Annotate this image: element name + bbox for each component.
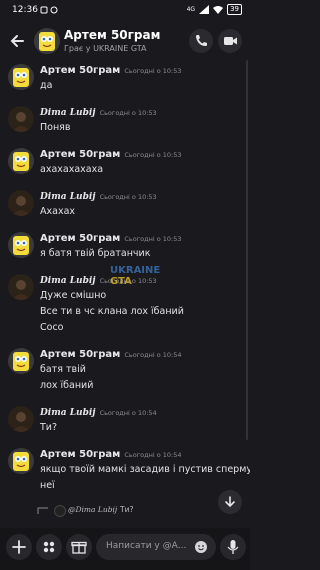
message-list[interactable]: Артем 50грам Сьогодні о 10:53 да Dima Lubij… xyxy=(0,60,250,520)
avatar[interactable] xyxy=(34,28,60,54)
author-label: Dima Lubij xyxy=(40,276,96,286)
message-input[interactable]: Написати у @А... xyxy=(96,534,216,560)
spongebob-avatar-icon xyxy=(8,232,34,258)
gift-icon xyxy=(71,541,87,554)
status-bar: 12:36 4G 39 xyxy=(0,0,250,22)
message-timestamp: Сьогодні о 10:53 xyxy=(124,67,182,75)
call-icon xyxy=(196,35,207,46)
author-name[interactable]: Dima Lubij Сьогодні о 10:53 xyxy=(40,107,157,118)
mic-icon xyxy=(227,540,239,554)
message-text: Сосо xyxy=(40,322,64,333)
author-label: Артем 50грам xyxy=(40,449,121,460)
reply-author: @Dima Lubij xyxy=(68,505,118,514)
message-timestamp: Сьогодні о 10:54 xyxy=(99,409,157,417)
video-call-button[interactable] xyxy=(218,29,242,53)
avatar[interactable] xyxy=(8,406,34,432)
author-label: Артем 50грам xyxy=(40,65,121,76)
author-name[interactable]: Артем 50грам Сьогодні о 10:53 xyxy=(40,233,182,244)
dark-avatar-icon xyxy=(8,190,34,216)
reply-preview[interactable]: @Dima Lubij Ти? xyxy=(0,504,210,518)
battery-icon: 39 xyxy=(227,4,242,15)
call-button[interactable] xyxy=(189,29,213,53)
gift-button[interactable] xyxy=(66,534,92,560)
reply-text: Ти? xyxy=(120,505,134,514)
avatar[interactable] xyxy=(8,348,34,374)
video-call-icon xyxy=(224,37,237,45)
author-label: Dima Lubij xyxy=(40,108,96,118)
chat-header: Артем 50грам Грає у UKRAINE GTA xyxy=(0,22,250,60)
watermark-line2: GTA xyxy=(110,276,132,287)
message-timestamp: Сьогодні о 10:53 xyxy=(99,109,157,117)
message-text: якщо твоїй мамкі засадив і пустив сперму… xyxy=(40,464,250,475)
dark-avatar-icon xyxy=(8,406,34,432)
network-label: 4G xyxy=(186,6,196,13)
message-text: неї xyxy=(40,480,55,491)
author-label: Dima Lubij xyxy=(40,192,96,202)
spongebob-avatar-icon xyxy=(8,64,34,90)
chat-subtitle: Грає у UKRAINE GTA xyxy=(64,44,147,53)
author-label: Артем 50грам xyxy=(40,149,121,160)
author-label: Dima Lubij xyxy=(40,408,96,418)
spongebob-avatar-icon xyxy=(8,148,34,174)
message-timestamp: Сьогодні о 10:53 xyxy=(99,193,157,201)
message-timestamp: Сьогодні о 10:54 xyxy=(124,451,182,459)
reply-avatar xyxy=(54,505,66,517)
message-text: Ти? xyxy=(40,422,58,433)
apps-icon xyxy=(43,541,55,553)
status-time: 12:36 xyxy=(12,5,38,15)
dark-avatar-icon xyxy=(8,274,34,300)
message-text: я батя твій братанчик xyxy=(40,248,151,259)
avatar[interactable] xyxy=(8,64,34,90)
plus-icon xyxy=(12,540,26,554)
message-text: ахахахахаха xyxy=(40,164,104,175)
message-text: лох їбаний xyxy=(40,380,94,391)
dark-avatar-icon xyxy=(8,106,34,132)
spongebob-avatar-icon xyxy=(8,348,34,374)
avatar[interactable] xyxy=(8,232,34,258)
watermark-logo: UKRAINE GTA xyxy=(110,265,160,287)
back-arrow-icon[interactable] xyxy=(8,32,26,50)
watermark-line1: UKRAINE xyxy=(110,265,161,276)
reply-icon xyxy=(37,507,48,514)
jump-to-bottom-button[interactable] xyxy=(218,490,242,514)
avatar[interactable] xyxy=(8,448,34,474)
chevron-down-icon xyxy=(225,496,235,508)
composer-bar: Написати у @А... xyxy=(0,528,250,570)
message-text: Дуже смішно xyxy=(40,290,107,301)
author-name[interactable]: Dima Lubij Сьогодні о 10:53 xyxy=(40,191,157,202)
message-timestamp: Сьогодні о 10:53 xyxy=(124,151,182,159)
author-name[interactable]: Артем 50грам Сьогодні о 10:54 xyxy=(40,449,182,460)
system-icons xyxy=(40,6,58,14)
message-text: Ахахах xyxy=(40,206,76,217)
message-input-placeholder: Написати у @А... xyxy=(106,541,187,551)
spongebob-avatar-icon xyxy=(8,448,34,474)
avatar[interactable] xyxy=(8,106,34,132)
message-text: да xyxy=(40,80,53,91)
signal-icon xyxy=(199,5,210,14)
avatar[interactable] xyxy=(8,190,34,216)
author-name[interactable]: Артем 50грам Сьогодні о 10:54 xyxy=(40,349,182,360)
emoji-icon[interactable] xyxy=(194,540,208,554)
chat-title[interactable]: Артем 50грам xyxy=(64,28,160,42)
author-name[interactable]: Артем 50грам Сьогодні о 10:53 xyxy=(40,149,182,160)
apps-button[interactable] xyxy=(36,534,62,560)
voice-message-button[interactable] xyxy=(220,534,246,560)
avatar[interactable] xyxy=(8,148,34,174)
message-text: Поняв xyxy=(40,122,71,133)
status-right: 4G 39 xyxy=(187,4,242,15)
message-text: Все ти в чс клана лох їбаний xyxy=(40,306,184,317)
message-timestamp: Сьогодні о 10:54 xyxy=(124,351,182,359)
add-button[interactable] xyxy=(6,534,32,560)
message-timestamp: Сьогодні о 10:53 xyxy=(124,235,182,243)
author-label: Артем 50грам xyxy=(40,349,121,360)
scrollbar[interactable] xyxy=(246,60,248,440)
author-name[interactable]: Артем 50грам Сьогодні о 10:53 xyxy=(40,65,182,76)
spongebob-avatar-icon xyxy=(34,28,60,54)
author-name[interactable]: Dima Lubij Сьогодні о 10:54 xyxy=(40,407,157,418)
author-label: Артем 50грам xyxy=(40,233,121,244)
wifi-icon xyxy=(213,6,224,14)
avatar[interactable] xyxy=(8,274,34,300)
message-text: батя твій xyxy=(40,364,86,375)
